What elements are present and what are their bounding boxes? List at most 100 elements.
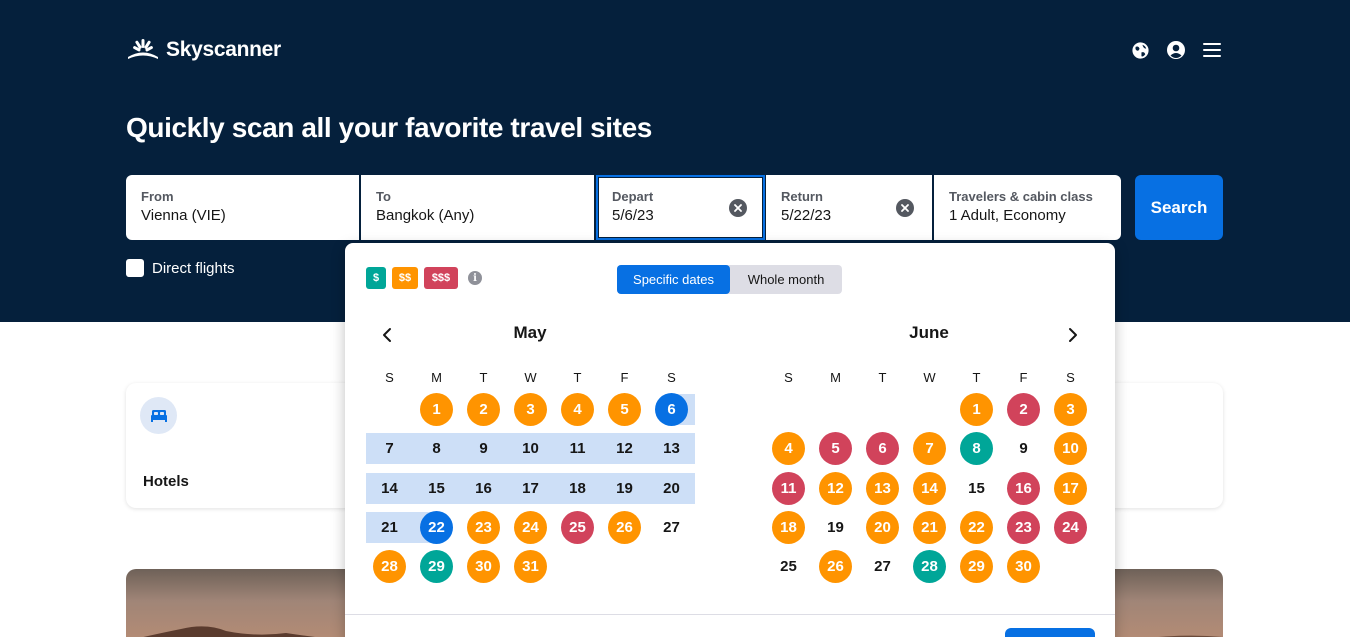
calendar-day[interactable]: 1 [960,393,993,427]
from-field[interactable]: From Vienna (VIE) [126,175,359,240]
calendar-cell: 26 [812,550,859,584]
calendar-day[interactable]: 3 [1054,393,1087,427]
calendar-day[interactable]: 4 [772,432,805,466]
calendar-day[interactable]: 5 [608,393,641,427]
calendar-day[interactable]: 9 [467,432,500,465]
calendar-day[interactable]: 8 [420,432,453,465]
calendar-day[interactable]: 12 [608,432,641,465]
info-icon[interactable]: i [468,271,482,285]
clear-depart-icon[interactable] [729,199,747,217]
calendar-day[interactable]: 6 [655,393,688,427]
calendar-day[interactable]: 27 [655,511,688,544]
calendar-day[interactable]: 17 [514,472,547,505]
calendar-day[interactable]: 16 [467,472,500,505]
calendar-cell: 26 [601,511,648,545]
calendar-day[interactable]: 24 [514,511,547,545]
calendar-cell: 14 [366,472,413,505]
travelers-value[interactable]: 1 Adult, Economy [949,207,1106,224]
calendar-day[interactable]: 24 [1054,511,1087,545]
calendar-day[interactable]: 29 [420,550,453,584]
calendar-day[interactable]: 28 [913,550,946,584]
calendar-day[interactable]: 7 [913,432,946,466]
calendar-day[interactable]: 15 [420,472,453,505]
calendar-day[interactable]: 3 [514,393,547,427]
calendar-day[interactable]: 26 [819,550,852,584]
calendar-day[interactable]: 26 [608,511,641,545]
calendar-day[interactable]: 11 [561,432,594,465]
calendar-day[interactable]: 12 [819,471,852,505]
calendar-day[interactable]: 11 [772,471,805,505]
to-label: To [376,189,391,204]
calendar-day[interactable]: 18 [772,511,805,545]
calendar-day[interactable]: 13 [866,471,899,505]
clear-return-icon[interactable] [896,199,914,217]
globe-icon[interactable] [1130,40,1150,60]
date-picker-popover: $ $$ $$$ i Specific dates Whole month Ma… [345,243,1115,637]
calendar-day[interactable]: 4 [561,393,594,427]
calendar-day[interactable]: 29 [960,550,993,584]
calendar-day[interactable]: 10 [514,432,547,465]
calendar-day[interactable]: 23 [467,511,500,545]
calendar-day[interactable]: 20 [655,472,688,505]
calendar-day[interactable]: 23 [1007,511,1040,545]
calendar-day[interactable]: 27 [866,550,899,583]
calendar-day[interactable]: 21 [373,511,406,544]
calendar-cell: 11 [554,432,601,465]
calendar-day[interactable]: 1 [420,393,453,427]
calendar-day[interactable]: 2 [1007,393,1040,427]
direct-flights-checkbox[interactable]: Direct flights [126,259,235,277]
calendar-day[interactable]: 17 [1054,471,1087,505]
checkbox-box[interactable] [126,259,144,277]
calendar-day[interactable]: 13 [655,432,688,465]
next-month-chevron-icon[interactable] [1061,323,1085,347]
whole-month-tab[interactable]: Whole month [730,265,842,294]
to-value[interactable]: Bangkok (Any) [376,207,579,224]
specific-dates-tab[interactable]: Specific dates [617,265,730,294]
calendar-day[interactable]: 20 [866,511,899,545]
calendar-cell: 18 [554,472,601,505]
skyscanner-logo[interactable]: Skyscanner [126,38,281,62]
search-button[interactable]: Search [1135,175,1223,240]
calendar-cell: 16 [1000,471,1047,505]
calendar-day[interactable]: 25 [561,511,594,545]
skyscanner-sunburst-icon [128,39,158,59]
calendar-day[interactable]: 5 [819,432,852,466]
date-mode-toggle[interactable]: Specific dates Whole month [617,265,842,294]
account-icon[interactable] [1166,40,1186,60]
calendar-day[interactable]: 19 [819,511,852,544]
depart-field[interactable]: Depart 5/6/23 [596,175,765,240]
calendar-cell: 9 [1000,433,1047,464]
calendar-day[interactable]: 22 [960,511,993,545]
apply-button[interactable] [1005,628,1095,637]
return-field[interactable]: Return 5/22/23 [766,175,932,240]
hotels-link[interactable]: Hotels [143,473,189,490]
prev-month-chevron-icon[interactable] [375,323,399,347]
calendar-day[interactable]: 9 [1007,432,1040,465]
calendar-day[interactable]: 30 [1007,550,1040,584]
calendar-day[interactable]: 16 [1007,471,1040,505]
depart-label: Depart [612,189,654,204]
calendar-day[interactable]: 30 [467,550,500,584]
calendar-day[interactable]: 2 [467,393,500,427]
calendar-day[interactable]: 25 [772,550,805,583]
calendar-day[interactable]: 6 [866,432,899,466]
calendar-day[interactable]: 7 [373,432,406,465]
calendar-day[interactable]: 8 [960,432,993,466]
calendar-cell: 7 [906,432,953,466]
calendar-day[interactable]: 19 [608,472,641,505]
calendar-day[interactable]: 22 [420,511,453,545]
weekday-label: M [431,370,442,385]
to-field[interactable]: To Bangkok (Any) [361,175,594,240]
calendar-day[interactable]: 21 [913,511,946,545]
from-value[interactable]: Vienna (VIE) [141,207,344,224]
travelers-field[interactable]: Travelers & cabin class 1 Adult, Economy [934,175,1121,240]
calendar-day[interactable]: 14 [913,471,946,505]
calendar-cell: 6 [648,393,695,427]
calendar-day[interactable]: 10 [1054,432,1087,466]
calendar-day[interactable]: 28 [373,550,406,584]
menu-icon[interactable] [1202,40,1222,60]
calendar-day[interactable]: 14 [373,472,406,505]
calendar-day[interactable]: 15 [960,472,993,505]
calendar-day[interactable]: 18 [561,472,594,505]
calendar-day[interactable]: 31 [514,550,547,584]
